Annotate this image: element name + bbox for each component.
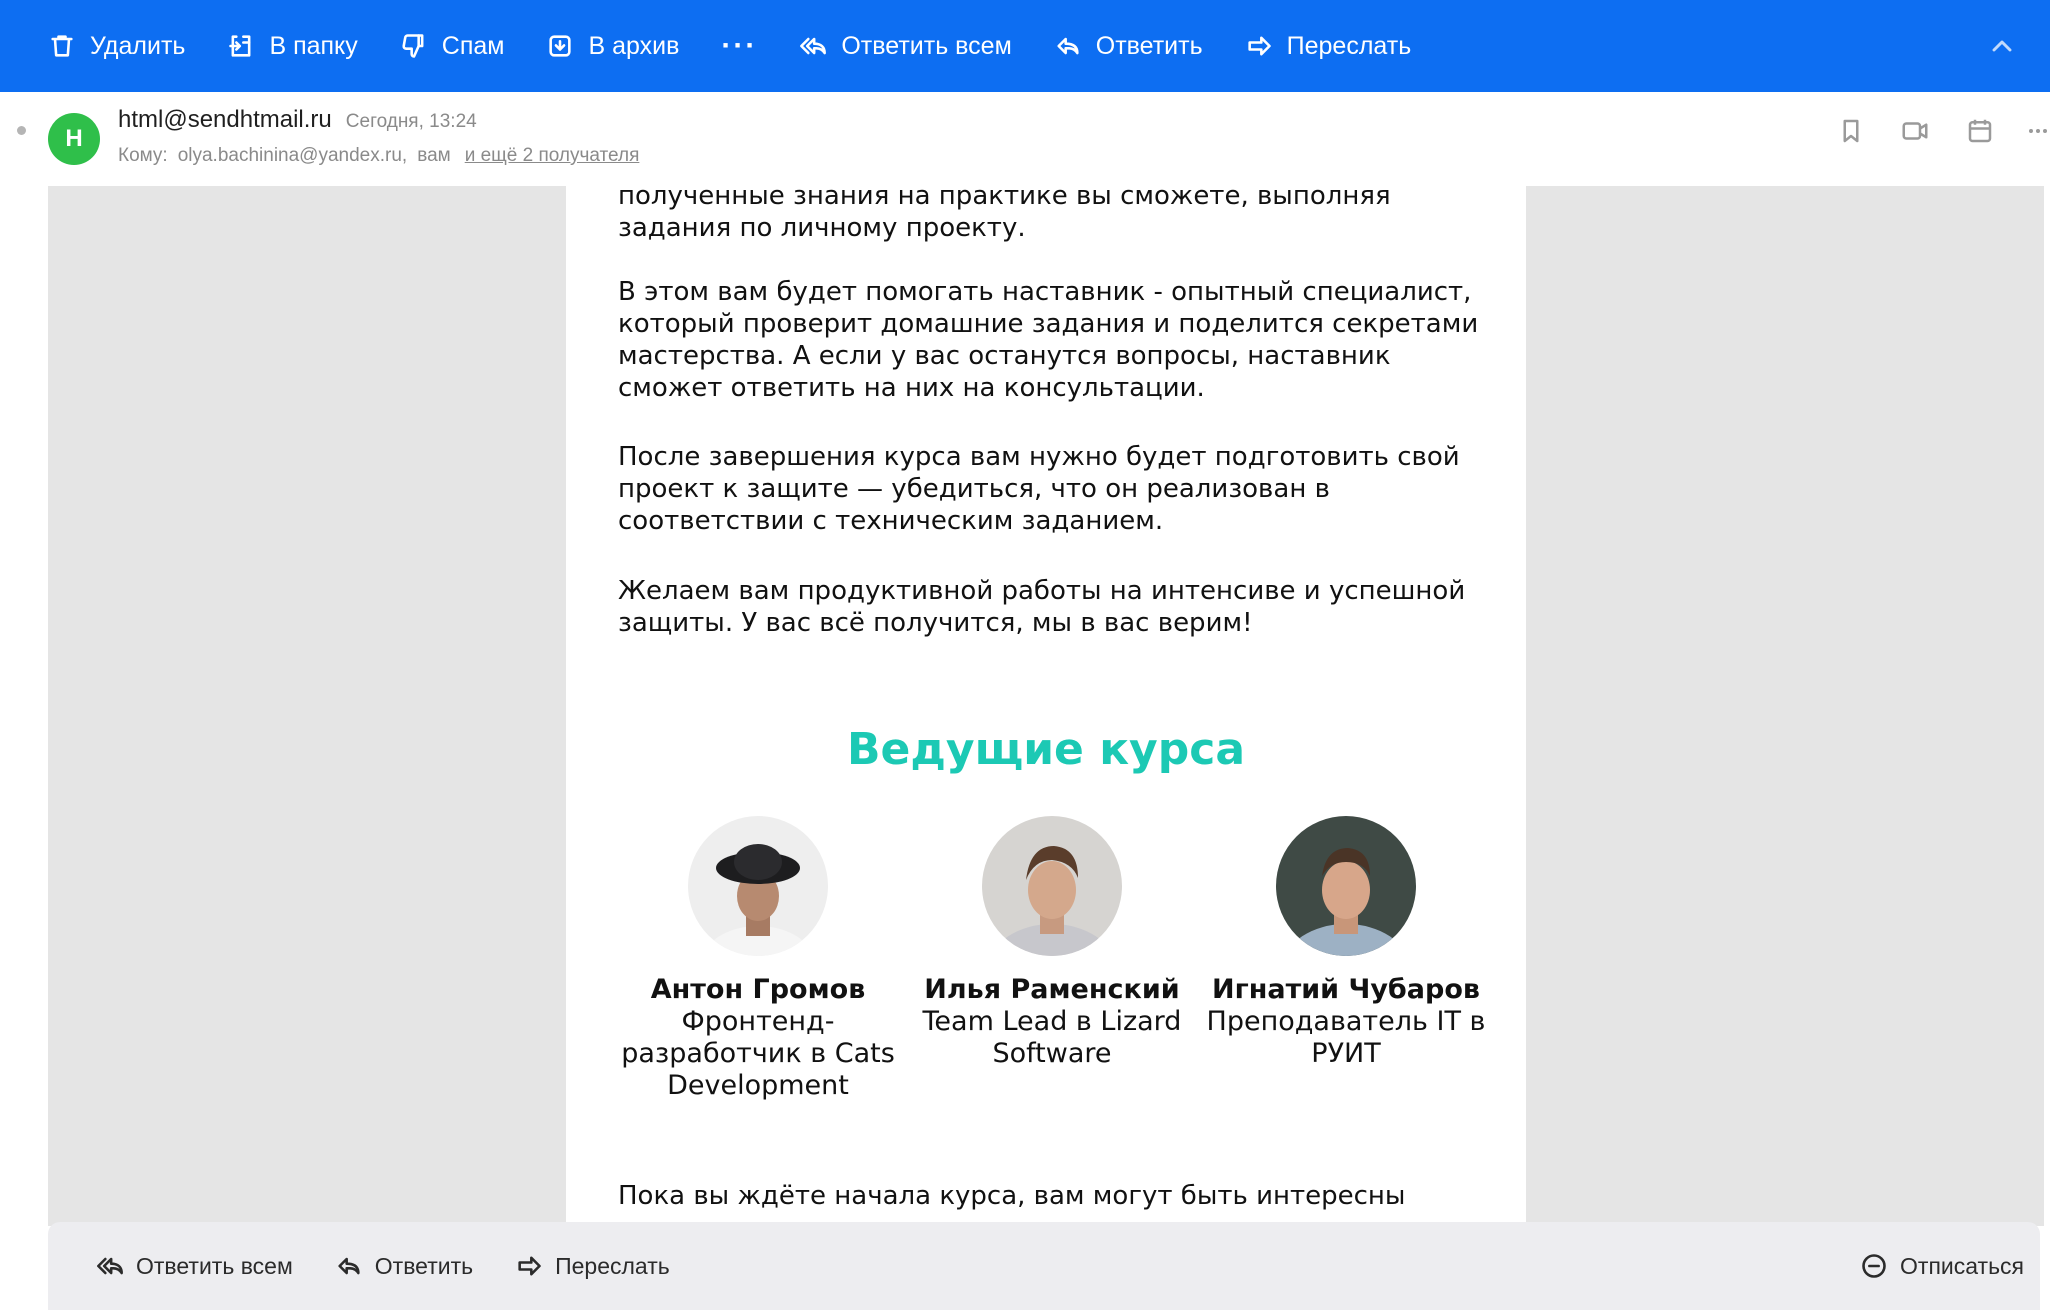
- calendar-icon[interactable]: [1965, 116, 1995, 146]
- from-line: html@sendhtmail.ru Сегодня, 13:24: [118, 106, 477, 134]
- more-icon[interactable]: [2026, 116, 2050, 146]
- email-body: полученные знания на практике вы сможете…: [566, 186, 1526, 1226]
- forward-icon: [518, 1256, 541, 1276]
- reply-all-icon: [800, 37, 827, 55]
- recipient-self[interactable]: вам: [417, 145, 451, 167]
- reply-icon: [1057, 37, 1079, 55]
- instructor-photo: [982, 816, 1122, 956]
- message-date: Сегодня, 13:24: [345, 111, 477, 132]
- section-title: Ведущие курса: [846, 724, 1246, 775]
- bottom-reply-label: Ответить: [374, 1252, 474, 1279]
- instructor-card: Илья Раменский Team Lead в Lizard Softwa…: [905, 816, 1199, 1070]
- avatar[interactable]: H: [48, 113, 100, 165]
- unsubscribe-button[interactable]: Отписаться: [1860, 1222, 2024, 1310]
- instructor-card: Игнатий Чубаров Преподаватель IT в РУИТ: [1199, 816, 1493, 1070]
- body-paragraph-1: полученные знания на практике вы сможете…: [618, 186, 1391, 243]
- forward-button[interactable]: Переслать: [1245, 0, 1412, 92]
- reply-icon: [338, 1257, 360, 1275]
- bottom-reply-all-button[interactable]: Ответить всем: [96, 1252, 293, 1280]
- instructor-name: Антон Громов: [650, 974, 866, 1005]
- bookmark-icon[interactable]: [1836, 116, 1866, 146]
- body-paragraph-5: Пока вы ждёте начала курса, вам могут бы…: [618, 1181, 1406, 1211]
- trash-icon: [51, 35, 73, 57]
- move-to-folder-label: В папку: [269, 31, 358, 60]
- instructor-photo: [1276, 816, 1416, 956]
- body-paragraph-2: В этом вам будет помогать наставник - оп…: [618, 277, 1479, 403]
- unsubscribe-label: Отписаться: [1900, 1252, 2024, 1279]
- reply-all-icon: [97, 1257, 123, 1275]
- instructor-card: Антон Громов Фронтенд-разработчик в Cats…: [611, 816, 905, 1102]
- bottom-forward-label: Переслать: [555, 1252, 670, 1279]
- archive-label: В архив: [588, 31, 680, 60]
- archive-icon: [549, 35, 572, 57]
- reply-label: Ответить: [1095, 31, 1203, 60]
- move-to-folder-button[interactable]: В папку: [227, 0, 358, 92]
- minus-circle-icon: [1862, 1254, 1886, 1278]
- top-toolbar: Удалить В папку Спам В архив ··· Ответит…: [0, 0, 2050, 92]
- forward-icon: [1248, 36, 1271, 56]
- archive-button[interactable]: В архив: [546, 0, 679, 92]
- instructor-role: Team Lead в Lizard Software: [922, 1006, 1182, 1069]
- reply-all-button[interactable]: Ответить всем: [799, 0, 1012, 92]
- instructor-role: Преподаватель IT в РУИТ: [1206, 1006, 1486, 1069]
- video-call-icon[interactable]: [1900, 116, 1930, 146]
- chevron-up-icon[interactable]: [1986, 30, 2018, 62]
- right-gutter: [1526, 186, 2044, 1226]
- bottom-forward-button[interactable]: Переслать: [515, 1252, 670, 1280]
- delete-button[interactable]: Удалить: [48, 0, 185, 92]
- spam-button[interactable]: Спам: [400, 0, 505, 92]
- spam-label: Спам: [441, 31, 505, 60]
- to-label: Кому:: [118, 145, 168, 166]
- thumbs-down-icon: [402, 34, 424, 58]
- bottom-reply-all-label: Ответить всем: [136, 1252, 293, 1279]
- instructor-name: Илья Раменский: [924, 974, 1180, 1005]
- delete-label: Удалить: [90, 31, 186, 60]
- sender-address[interactable]: html@sendhtmail.ru: [118, 106, 332, 134]
- bottom-action-bar: Ответить всем Ответить Переслать Отписат…: [48, 1222, 2040, 1310]
- body-paragraph-3: После завершения курса вам нужно будет п…: [618, 442, 1460, 536]
- instructor-photo: [688, 816, 828, 956]
- more-actions-button[interactable]: ···: [721, 29, 757, 63]
- instructor-name: Игнатий Чубаров: [1212, 974, 1480, 1005]
- body-paragraph-4: Желаем вам продуктивной работы на интенс…: [618, 576, 1466, 638]
- unread-indicator[interactable]: [17, 126, 26, 135]
- left-gutter: [48, 186, 566, 1226]
- reply-all-label: Ответить всем: [841, 31, 1012, 60]
- recipient-address[interactable]: olya.bachinina@yandex.ru,: [178, 145, 407, 167]
- recipients-line: Кому: olya.bachinina@yandex.ru, вам и ещ…: [118, 145, 639, 167]
- forward-label: Переслать: [1286, 31, 1412, 60]
- folder-move-icon: [229, 35, 251, 57]
- reply-button[interactable]: Ответить: [1054, 0, 1203, 92]
- more-recipients-link[interactable]: и ещё 2 получателя: [465, 145, 640, 167]
- bottom-reply-button[interactable]: Ответить: [335, 1252, 473, 1280]
- instructor-role: Фронтенд-разработчик в Cats Development: [621, 1006, 895, 1101]
